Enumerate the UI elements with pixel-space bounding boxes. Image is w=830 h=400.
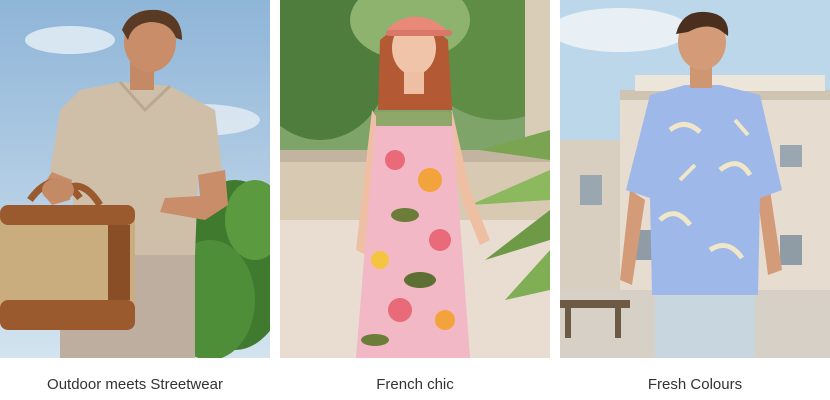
photo-woman-floral-dress xyxy=(280,0,550,358)
category-label[interactable]: French chic xyxy=(280,375,550,395)
photo-man-with-bag xyxy=(0,0,270,358)
category-label[interactable]: Outdoor meets Streetwear xyxy=(0,375,270,395)
photo-man-blue-shirt xyxy=(560,0,830,358)
category-image[interactable] xyxy=(280,0,550,358)
category-tile-french-chic[interactable]: French chic xyxy=(280,0,550,400)
category-grid: Outdoor meets Streetwear French chic Fre… xyxy=(0,0,830,400)
category-label[interactable]: Fresh Colours xyxy=(560,375,830,395)
category-tile-outdoor-meets-streetwear[interactable]: Outdoor meets Streetwear xyxy=(0,0,270,400)
category-image[interactable] xyxy=(560,0,830,358)
category-tile-fresh-colours[interactable]: Fresh Colours xyxy=(560,0,830,400)
category-image[interactable] xyxy=(0,0,270,358)
